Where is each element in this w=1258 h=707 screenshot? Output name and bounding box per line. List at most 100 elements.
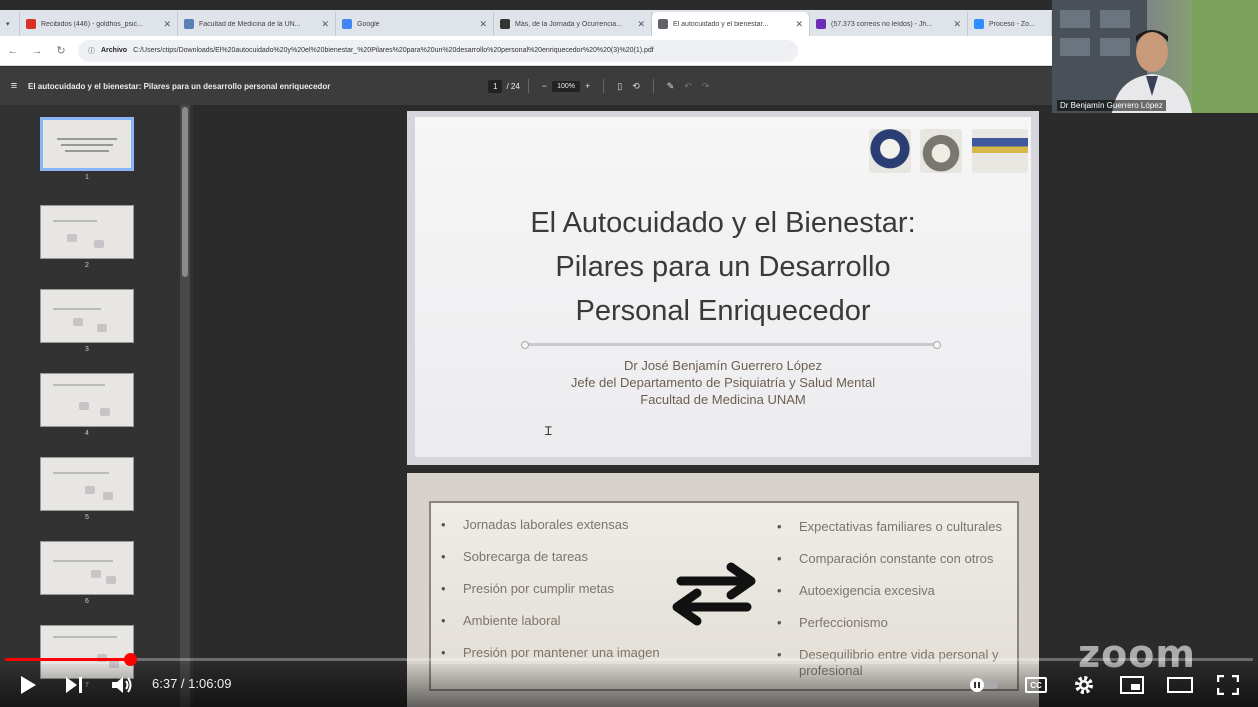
browser-tab-strip: ▾ Recibidos (446) - goldhos_psic... ✕ Facu…: [0, 10, 1052, 36]
close-icon[interactable]: ✕: [795, 19, 803, 30]
pdf-page-area[interactable]: El Autocuidado y el Bienestar: Pilares p…: [193, 105, 1052, 707]
video-frame[interactable]: ▾ Recibidos (446) - goldhos_psic... ✕ Facu…: [0, 0, 1258, 707]
annotate-icon[interactable]: ✎: [667, 81, 675, 92]
theater-mode-icon: [1167, 677, 1193, 693]
tab-label: Facultad de Medicina de la UN...: [199, 20, 301, 28]
reload-icon[interactable]: ↻: [54, 44, 68, 57]
url-input[interactable]: ⓘ Archivo C:/Users/ctips/Downloads/El%20…: [78, 39, 798, 62]
thumbnail-page-number: 5: [85, 514, 89, 521]
tab-overflow-button[interactable]: ▾: [0, 12, 20, 36]
browser-tab[interactable]: (57.373 correos no leídos) - Jh... ✕: [810, 12, 968, 36]
browser-tab[interactable]: Recibidos (446) - goldhos_psic... ✕: [20, 12, 178, 36]
play-button[interactable]: [14, 672, 42, 698]
rotate-icon[interactable]: ⟲: [632, 81, 640, 92]
forward-arrow-icon[interactable]: →: [30, 45, 44, 57]
slide-content-box: Jornadas laborales extensas Sobrecarga de…: [429, 501, 1019, 691]
slide-title-line: Pilares para un Desarrollo: [555, 251, 891, 283]
close-icon[interactable]: ✕: [163, 19, 171, 30]
tab-favicon-icon: [184, 19, 194, 29]
scrollbar-thumb[interactable]: [182, 107, 188, 277]
tab-favicon-icon: [816, 19, 826, 29]
page-number-input[interactable]: 1: [488, 79, 503, 93]
bullet-item: Perfeccionismo: [777, 615, 888, 630]
tab-favicon-icon: [500, 19, 510, 29]
page-thumbnail[interactable]: 3: [40, 289, 134, 353]
next-button[interactable]: [60, 672, 88, 698]
toolbar-divider: [603, 79, 605, 93]
url-scheme-chip: Archivo: [101, 47, 128, 54]
page-indicator: 1 / 24: [488, 79, 520, 93]
slide-title-line: Personal Enriquecedor: [575, 295, 871, 327]
participant-name: Dr Benjamín Guerrero López: [1057, 100, 1166, 111]
browser-tab[interactable]: Más, de la Jornada y Ocurrencia... ✕: [494, 12, 652, 36]
undo-icon[interactable]: ↶: [684, 81, 692, 92]
tab-favicon-icon: [658, 19, 668, 29]
fullscreen-button[interactable]: [1214, 672, 1242, 698]
thumbnail-page-number: 4: [85, 430, 89, 437]
page-thumbnail[interactable]: 5: [40, 457, 134, 521]
zoom-level-input[interactable]: 100%: [552, 80, 580, 92]
author-role: Jefe del Departamento de Psiquiatría y S…: [570, 375, 876, 390]
progress-played: [5, 658, 130, 661]
author-name: Dr José Benjamín Guerrero López: [624, 358, 822, 373]
sidebar-scrollbar[interactable]: [180, 105, 190, 707]
subtitles-button[interactable]: CC: [1022, 672, 1050, 698]
chevron-down-icon: ▾: [6, 21, 10, 28]
page-thumbnail[interactable]: 2: [40, 205, 134, 269]
browser-tab[interactable]: Google ✕: [336, 12, 494, 36]
slide-title: El Autocuidado y el Bienestar: Pilares p…: [415, 201, 1031, 333]
browser-tab[interactable]: El autocuidado y el bienestar... ✕: [652, 12, 810, 36]
toolbar-divider: [527, 79, 529, 93]
bullet-item: Sobrecarga de tareas: [441, 549, 588, 564]
zoom-out-icon[interactable]: −: [542, 81, 547, 91]
thumbnail-page-number: 3: [85, 346, 89, 353]
menu-icon[interactable]: ≡: [0, 80, 28, 92]
address-bar: ← → ↻ ⓘ Archivo C:/Users/ctips/Downloads…: [0, 36, 1052, 66]
close-icon[interactable]: ✕: [637, 19, 645, 30]
autoplay-toggle[interactable]: [966, 672, 1002, 698]
page-thumbnail[interactable]: 6: [40, 541, 134, 605]
miniplayer-icon: [1120, 676, 1144, 694]
thumbnail-page-number: 1: [85, 174, 89, 181]
gear-icon: [1075, 676, 1093, 694]
zoom-in-icon[interactable]: +: [585, 81, 590, 91]
browser-tab[interactable]: Facultad de Medicina de la UN... ✕: [178, 12, 336, 36]
pdf-toolbar: ≡ El autocuidado y el bienestar: Pilares…: [0, 67, 1052, 105]
miniplayer-button[interactable]: [1118, 672, 1146, 698]
skip-next-icon: [66, 677, 82, 693]
thumbnail-image: [40, 541, 134, 595]
fit-page-icon[interactable]: ▯: [617, 81, 622, 92]
theater-mode-button[interactable]: [1166, 672, 1194, 698]
tab-favicon-icon: [342, 19, 352, 29]
page-thumbnail[interactable]: 4: [40, 373, 134, 437]
thumbnail-sidebar: 1234567: [0, 105, 193, 707]
thumbnail-page-number: 6: [85, 598, 89, 605]
page-thumbnail[interactable]: 1: [40, 117, 134, 181]
speaker-video: [1052, 0, 1258, 113]
thumbnail-page-number: 2: [85, 262, 89, 269]
slide-title-card: El Autocuidado y el Bienestar: Pilares p…: [415, 117, 1031, 457]
thumbnail-image: [40, 117, 134, 171]
progress-bar[interactable]: [5, 653, 1253, 666]
close-icon[interactable]: ✕: [953, 19, 961, 30]
bullet-item: Ambiente laboral: [441, 613, 560, 628]
tab-favicon-icon: [974, 19, 984, 29]
fullscreen-icon: [1217, 675, 1239, 695]
player-controls: 6:37 / 1:06:09 CC: [0, 664, 1258, 707]
close-icon[interactable]: ✕: [321, 19, 329, 30]
settings-button[interactable]: [1070, 672, 1098, 698]
close-icon[interactable]: ✕: [479, 19, 487, 30]
bullet-item: Expectativas familiares o culturales: [777, 519, 1002, 534]
faculty-logo: [920, 129, 962, 173]
redo-icon[interactable]: ↷: [702, 81, 710, 92]
webcam-overlay: Dr Benjamín Guerrero López: [1052, 0, 1258, 113]
pdf-document-title: El autocuidado y el bienestar: Pilares p…: [28, 81, 331, 91]
thumbnail-image: [40, 205, 134, 259]
info-icon: ⓘ: [88, 47, 95, 55]
volume-icon: [112, 677, 132, 693]
exchange-arrows-icon: [672, 562, 756, 626]
browser-tab[interactable]: Proceso - Zo...: [968, 12, 1052, 36]
back-arrow-icon[interactable]: ←: [6, 45, 20, 57]
mute-button[interactable]: [108, 672, 136, 698]
tab-label: Proceso - Zo...: [989, 20, 1035, 28]
